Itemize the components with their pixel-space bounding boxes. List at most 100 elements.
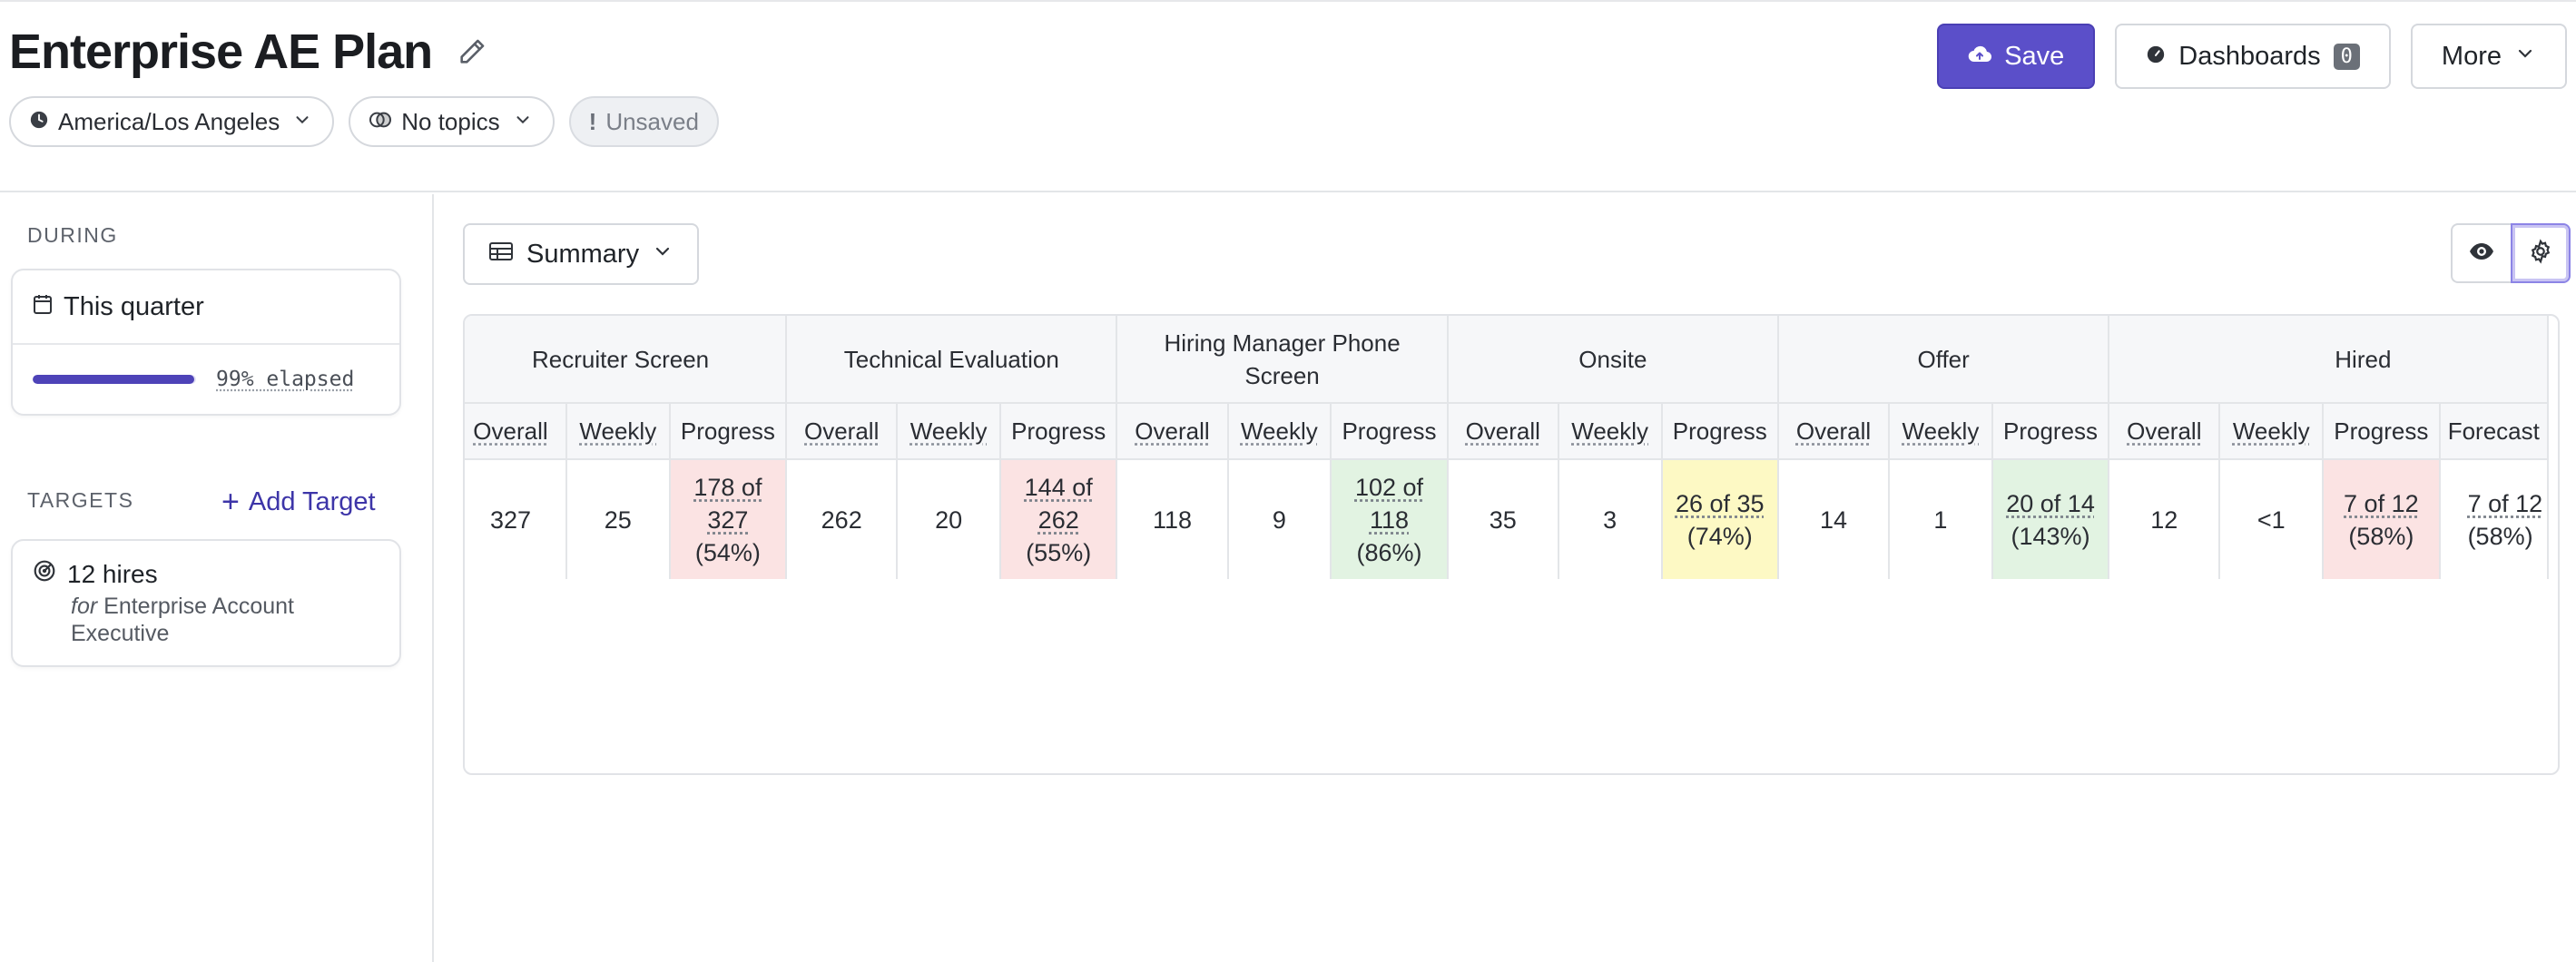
progress-cell[interactable]: 26 of 35 (74%)	[1661, 459, 1780, 579]
settings-button[interactable]	[2511, 223, 2571, 283]
timezone-dropdown[interactable]: America/Los Angeles	[9, 96, 335, 147]
status-label: Unsaved	[605, 107, 699, 135]
stage-header: Offer	[1778, 316, 2110, 404]
visibility-button[interactable]	[2451, 223, 2511, 283]
weekly-cell: 3	[1558, 459, 1663, 579]
overall-col-header-label: Overall	[804, 417, 880, 445]
progress-total: 327	[707, 506, 749, 534]
target-subtitle: for Enterprise Account Executive	[71, 593, 379, 647]
progress-col-header: Progress	[669, 403, 788, 460]
topics-dropdown[interactable]: No topics	[349, 96, 555, 147]
targets-section-label: TARGETS	[27, 488, 134, 512]
title-row: Enterprise AE Plan	[9, 20, 490, 83]
weekly-col-header-label: Weekly	[1571, 417, 1649, 445]
weekly-cell: <1	[2219, 459, 2325, 579]
progress-cell[interactable]: 144 of 262 (55%)	[999, 459, 1118, 579]
progress-cell[interactable]: 178 of 327 (54%)	[669, 459, 788, 579]
filter-pills: America/Los Angeles No topics ! Unsaved	[9, 96, 719, 147]
progress-col-header-label: Progress	[680, 417, 775, 445]
forecast-percent: (58%)	[2467, 522, 2533, 550]
overall-cell: 35	[1447, 459, 1559, 579]
overall-cell: 12	[2109, 459, 2221, 579]
overall-col-header: Overall	[2109, 403, 2221, 460]
progress-col-header: Progress	[1661, 403, 1780, 460]
overall-cell: 14	[1778, 459, 1891, 579]
more-menu-button[interactable]: More	[2410, 24, 2567, 89]
view-label: Summary	[526, 239, 640, 269]
progress-cell[interactable]: 7 of 12 (58%)	[2323, 459, 2441, 579]
overall-col-header-label: Overall	[473, 417, 548, 445]
header-actions: Save Dashboards 0 More	[1937, 24, 2567, 89]
timezone-label: America/Los Angeles	[58, 107, 280, 135]
progress-cell[interactable]: 102 of 118 (86%)	[1331, 459, 1449, 579]
view-selector[interactable]: Summary	[463, 223, 700, 285]
progress-count: 144 of	[1024, 473, 1093, 501]
weekly-cell: 9	[1227, 459, 1332, 579]
weekly-col-header: Weekly	[1889, 403, 1993, 460]
elapsed-text: 99% elapsed	[216, 368, 355, 391]
overall-col-header-label: Overall	[2127, 417, 2202, 445]
overall-col-header: Overall	[465, 403, 567, 460]
save-button[interactable]: Save	[1937, 24, 2096, 89]
add-target-button[interactable]: + Add Target	[221, 486, 376, 517]
stage-header: Technical Evaluation	[786, 316, 1118, 404]
progress-col-header: Progress	[999, 403, 1118, 460]
exclamation-icon: !	[588, 107, 597, 135]
table-icon	[488, 240, 514, 270]
progress-total: 118	[1369, 506, 1409, 534]
target-role: Enterprise Account Executive	[71, 594, 294, 646]
overall-col-header-label: Overall	[1135, 417, 1210, 445]
weekly-cell: 25	[565, 459, 671, 579]
chevron-down-icon	[292, 108, 312, 136]
table-row: 327 25 178 of 327 (54%) 262 20 144 of 262 (55%) 11…	[465, 459, 2550, 579]
page-header: Enterprise AE Plan America/Los Angeles N…	[0, 0, 2576, 192]
dashboards-label: Dashboards	[2178, 41, 2321, 71]
forecast-col-header: Forecast	[2439, 403, 2550, 460]
weekly-cell: 1	[1889, 459, 1993, 579]
progress-col-header-label: Progress	[2003, 417, 2099, 445]
summary-table: Recruiter Screen Technical Evaluation Hiri…	[463, 314, 2560, 775]
stage-header: Onsite	[1447, 316, 1780, 404]
overall-col-header-label: Overall	[1465, 417, 1540, 445]
target-icon	[33, 559, 56, 589]
progress-percent: (54%)	[694, 538, 761, 566]
chevron-down-icon	[513, 108, 533, 136]
overall-cell: 118	[1116, 459, 1229, 579]
stage-header: Hiring Manager Phone Screen	[1116, 316, 1449, 404]
weekly-col-header: Weekly	[897, 403, 1001, 460]
progress-percent: (55%)	[1026, 538, 1092, 566]
elapsed-progress-fill	[33, 375, 195, 384]
forecast-cell[interactable]: 7 of 12 (58%)	[2439, 459, 2550, 579]
target-for-word: for	[71, 594, 98, 619]
progress-col-header: Progress	[1331, 403, 1449, 460]
weekly-col-header: Weekly	[1558, 403, 1663, 460]
main-content: Summary Recruiter Screen Technical Evalua…	[436, 194, 2576, 962]
progress-percent: (143%)	[2011, 522, 2090, 550]
weekly-col-header-label: Weekly	[1240, 417, 1318, 445]
target-title-row: 12 hires	[33, 559, 379, 589]
during-section-label: DURING	[27, 223, 118, 247]
period-card: This quarter 99% elapsed	[11, 269, 401, 416]
progress-cell[interactable]: 20 of 14 (143%)	[1991, 459, 2110, 579]
table-tools	[2451, 223, 2571, 283]
progress-count: 20 of 14	[2006, 489, 2095, 517]
dashboard-gauge-icon	[2146, 42, 2166, 72]
chevron-down-icon	[652, 240, 673, 270]
weekly-cell: 20	[897, 459, 1001, 579]
progress-count: 102 of	[1354, 473, 1424, 501]
weekly-col-header: Weekly	[565, 403, 671, 460]
gear-icon	[2528, 238, 2553, 269]
period-selector[interactable]: This quarter	[13, 270, 399, 345]
weekly-col-header-label: Weekly	[909, 417, 988, 445]
chevron-down-icon	[2514, 42, 2536, 72]
progress-col-header: Progress	[1991, 403, 2110, 460]
target-title: 12 hires	[67, 559, 158, 588]
stage-header: Hired	[2109, 316, 2549, 404]
more-label: More	[2441, 41, 2502, 71]
save-label: Save	[2004, 41, 2065, 71]
target-card[interactable]: 12 hires for Enterprise Account Executiv…	[11, 539, 401, 667]
overall-col-header-label: Overall	[1795, 417, 1872, 445]
dashboards-button[interactable]: Dashboards 0	[2115, 24, 2391, 89]
edit-icon[interactable]	[454, 34, 490, 70]
overall-col-header: Overall	[1447, 403, 1559, 460]
